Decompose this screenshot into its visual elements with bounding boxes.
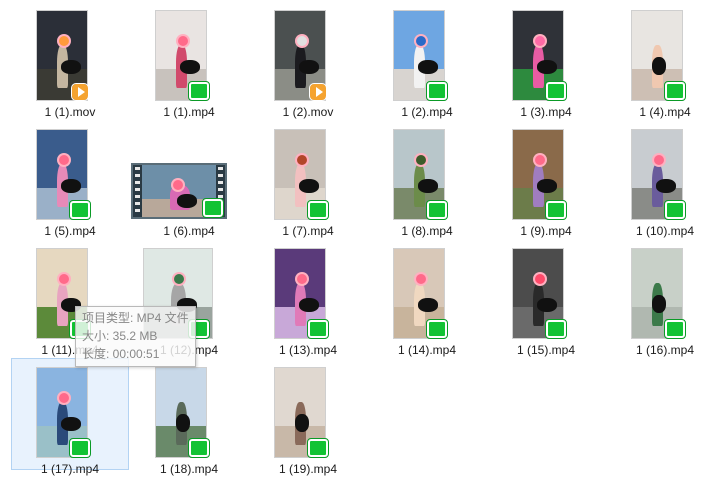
file-name: 1 (6).mp4 (163, 224, 215, 238)
censor-blot (299, 297, 319, 312)
censor-blot (61, 59, 81, 74)
censor-blot (61, 178, 81, 193)
file-name: 1 (15).mp4 (516, 343, 576, 357)
file-item[interactable]: 1 (8).mp4 (368, 120, 486, 238)
file-item[interactable]: 1 (14).mp4 (368, 239, 486, 357)
censor-blot (418, 59, 438, 74)
censor-blot (299, 59, 319, 74)
file-name: 1 (10).mp4 (635, 224, 695, 238)
flower-sticker (59, 35, 69, 46)
censor-blot (176, 414, 190, 433)
flower-sticker (178, 35, 188, 46)
iqiyi-app-icon (307, 319, 329, 339)
file-item[interactable]: 1 (3).mp4 (487, 1, 605, 119)
file-item[interactable]: 1 (19).mp4 (249, 358, 367, 476)
flower-sticker (535, 273, 545, 284)
flower-sticker (173, 273, 184, 284)
file-name: 1 (19).mp4 (278, 462, 338, 476)
media-player-icon (309, 83, 327, 101)
iqiyi-app-icon (664, 319, 686, 339)
iqiyi-app-icon (426, 81, 448, 101)
file-name: 1 (18).mp4 (159, 462, 219, 476)
flower-sticker (416, 273, 426, 284)
censor-blot (652, 295, 666, 314)
censor-blot (418, 297, 438, 312)
file-item[interactable]: 1 (16).mp4 (606, 239, 707, 357)
iqiyi-app-icon (664, 81, 686, 101)
iqiyi-app-icon (188, 81, 210, 101)
iqiyi-app-icon (69, 200, 91, 220)
censor-blot (295, 414, 309, 433)
iqiyi-app-icon (202, 198, 224, 218)
file-name: 1 (7).mp4 (282, 224, 334, 238)
flower-sticker (59, 392, 69, 403)
file-item[interactable]: 1 (17).mp4 (11, 358, 129, 476)
censor-blot (537, 297, 557, 312)
censor-blot (418, 178, 438, 193)
file-name: 1 (16).mp4 (635, 343, 695, 357)
iqiyi-app-icon (307, 200, 329, 220)
tooltip-size: 大小: 35.2 MB (82, 329, 158, 343)
file-name: 1 (13).mp4 (278, 343, 338, 357)
censor-blot (537, 59, 557, 74)
media-player-icon (71, 83, 89, 101)
iqiyi-app-icon (426, 319, 448, 339)
iqiyi-app-icon (69, 438, 91, 458)
file-item[interactable]: 1 (9).mp4 (487, 120, 605, 238)
censor-blot (537, 178, 557, 193)
flower-sticker (535, 35, 545, 46)
file-name: 1 (5).mp4 (44, 224, 96, 238)
file-name: 1 (9).mp4 (520, 224, 572, 238)
flower-sticker (297, 273, 307, 284)
flower-sticker (416, 154, 426, 165)
censor-blot (177, 193, 198, 208)
censor-blot (299, 178, 319, 193)
iqiyi-app-icon (426, 200, 448, 220)
file-item[interactable]: 1 (13).mp4 (249, 239, 367, 357)
file-item[interactable]: 1 (18).mp4 (130, 358, 248, 476)
flower-sticker (297, 35, 307, 46)
tooltip-item-type: 项目类型: MP4 文件 (82, 311, 189, 325)
filmstrip-edge (133, 165, 142, 217)
file-info-tooltip: 项目类型: MP4 文件 大小: 35.2 MB 长度: 00:00:51 (75, 306, 196, 367)
file-name: 1 (2).mp4 (401, 105, 453, 119)
file-grid: 1 (1).mov 1 (1).mp4 1 (2).mov 1 (2).mp4 1 (3… (0, 0, 707, 489)
iqiyi-app-icon (545, 319, 567, 339)
file-item[interactable]: 1 (4).mp4 (606, 1, 707, 119)
file-item[interactable]: 1 (7).mp4 (249, 120, 367, 238)
file-name: 1 (14).mp4 (397, 343, 457, 357)
file-item[interactable]: 1 (2).mov (249, 1, 367, 119)
iqiyi-app-icon (545, 200, 567, 220)
file-name: 1 (17).mp4 (40, 462, 100, 476)
tooltip-duration: 长度: 00:00:51 (82, 347, 160, 361)
flower-sticker (416, 35, 426, 46)
iqiyi-app-icon (664, 200, 686, 220)
censor-blot (61, 416, 81, 431)
file-item[interactable]: 1 (5).mp4 (11, 120, 129, 238)
file-name: 1 (4).mp4 (639, 105, 691, 119)
file-name: 1 (2).mov (282, 105, 334, 119)
file-name: 1 (1).mp4 (163, 105, 215, 119)
censor-blot (652, 57, 666, 76)
file-item[interactable]: 1 (10).mp4 (606, 120, 707, 238)
file-item[interactable]: 1 (15).mp4 (487, 239, 605, 357)
file-item[interactable]: 1 (2).mp4 (368, 1, 486, 119)
censor-blot (656, 178, 676, 193)
flower-sticker (59, 273, 69, 284)
file-item[interactable]: 1 (1).mp4 (130, 1, 248, 119)
flower-sticker (535, 154, 545, 165)
flower-sticker (654, 154, 664, 165)
iqiyi-app-icon (545, 81, 567, 101)
iqiyi-app-icon (307, 438, 329, 458)
file-item[interactable]: 1 (6).mp4 (130, 120, 248, 238)
file-name: 1 (3).mp4 (520, 105, 572, 119)
file-item[interactable]: 1 (1).mov (11, 1, 129, 119)
file-name: 1 (8).mp4 (401, 224, 453, 238)
censor-blot (180, 59, 200, 74)
flower-sticker (297, 154, 307, 165)
iqiyi-app-icon (188, 438, 210, 458)
flower-sticker (59, 154, 69, 165)
file-name: 1 (1).mov (44, 105, 96, 119)
